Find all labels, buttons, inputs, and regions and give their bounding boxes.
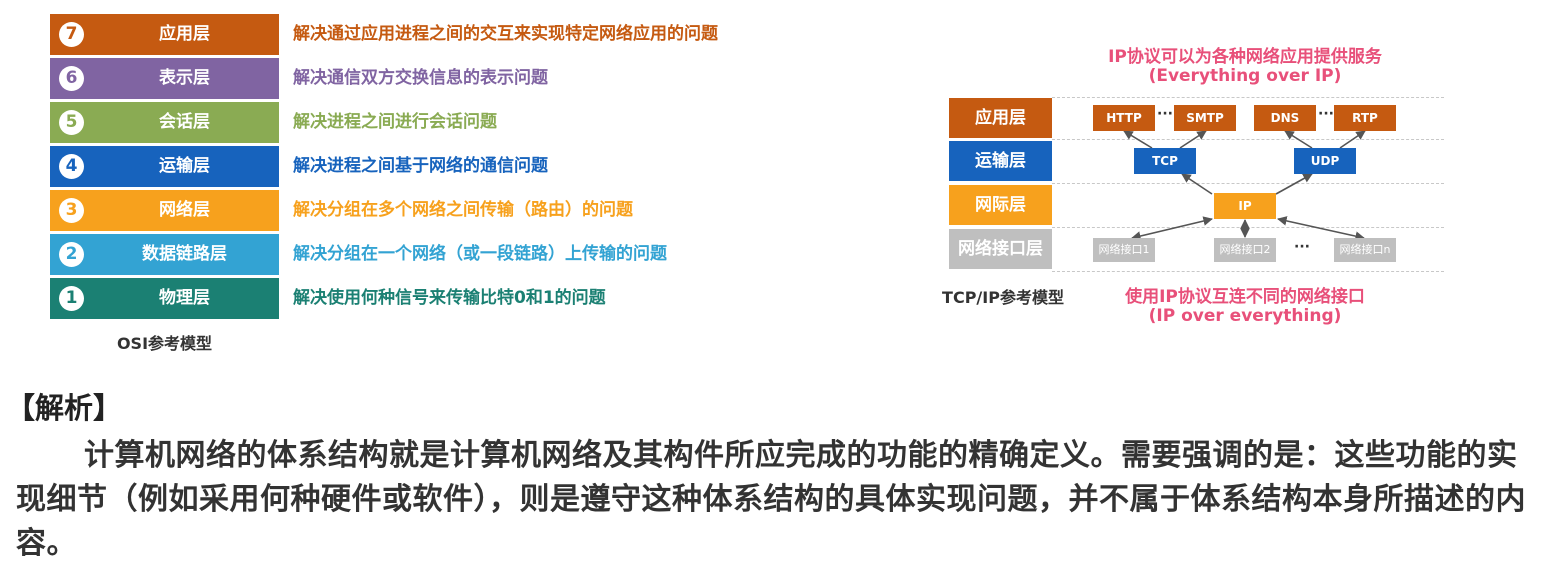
analysis-body: 计算机网络的体系结构就是计算机网络及其构件所应完成的功能的精确定义。需要强调的是…	[16, 438, 1526, 561]
osi-layer-box: 7 应用层	[50, 14, 279, 55]
tcpip-model-caption: TCP/IP参考模型	[942, 288, 1064, 307]
ip-over-everything-note: 使用IP协议互连不同的网络接口	[1125, 287, 1365, 307]
app-ellipsis: ···	[1157, 106, 1173, 122]
osi-layer-number: 1	[59, 286, 84, 311]
protocol-tcp: TCP	[1134, 148, 1196, 174]
osi-layer-box: 4 运输层	[50, 146, 279, 187]
osi-layer-description: 解决通过应用进程之间的交互来实现特定网络应用的问题	[293, 24, 718, 44]
osi-layer-number: 3	[59, 198, 84, 223]
osi-layer-name: 运输层	[159, 156, 210, 176]
protocol-smtp: SMTP	[1174, 105, 1236, 131]
osi-layer-number: 6	[59, 66, 84, 91]
protocol-ip: IP	[1214, 193, 1276, 219]
arrow-http-tcp	[1123, 130, 1153, 149]
protocol-http: HTTP	[1093, 105, 1155, 131]
network-interface-n: 网络接口n	[1334, 238, 1396, 262]
osi-layer-description: 解决分组在多个网络之间传输（路由）的问题	[293, 200, 633, 220]
osi-layer-box: 6 表示层	[50, 58, 279, 99]
arrow-udp-ip	[1275, 173, 1313, 195]
protocol-dns: DNS	[1254, 105, 1316, 131]
osi-layer-name: 网络层	[159, 200, 210, 220]
osi-model-caption: OSI参考模型	[116, 334, 213, 353]
arrow-smtp-tcp	[1179, 130, 1207, 149]
network-interface-2: 网络接口2	[1214, 238, 1276, 262]
arrow-rtp-udp	[1339, 130, 1366, 149]
network-interface-1: 网络接口1	[1093, 238, 1155, 262]
osi-layer-description: 解决使用何种信号来传输比特0和1的问题	[293, 288, 606, 308]
osi-layer-number: 7	[59, 22, 84, 47]
osi-layer-box: 3 网络层	[50, 190, 279, 231]
osi-model: 7 应用层 解决通过应用进程之间的交互来实现特定网络应用的问题 6 表示层 解决…	[0, 0, 880, 360]
osi-layer-description: 解决通信双方交换信息的表示问题	[293, 68, 548, 88]
osi-layer-description: 解决分组在一个网络（或一段链路）上传输的问题	[293, 244, 667, 264]
osi-layer-box: 1 物理层	[50, 278, 279, 319]
osi-layer-description: 解决进程之间基于网络的通信问题	[293, 156, 548, 176]
app-ellipsis: ···	[1318, 106, 1334, 122]
osi-layer-number: 2	[59, 242, 84, 267]
osi-layer-name: 应用层	[159, 24, 210, 44]
osi-layer-description: 解决进程之间进行会话问题	[293, 112, 497, 132]
tcpip-model: IP协议可以为各种网络应用提供服务 (Everything over IP) 应…	[940, 30, 1460, 340]
arrow-ip-interfacen	[1277, 216, 1365, 241]
protocol-udp: UDP	[1294, 148, 1356, 174]
protocol-rtp: RTP	[1334, 105, 1396, 131]
ip-over-everything-subnote: (IP over everything)	[1148, 306, 1342, 326]
osi-layer-name: 表示层	[159, 68, 210, 88]
osi-layer-name: 会话层	[159, 112, 210, 132]
arrow-tcp-ip	[1181, 173, 1213, 195]
osi-layer-name: 数据链路层	[142, 244, 227, 264]
interface-ellipsis: ···	[1294, 239, 1310, 255]
analysis-heading: 【解析】	[6, 391, 123, 425]
osi-layer-name: 物理层	[159, 288, 210, 308]
osi-layer-number: 5	[59, 110, 84, 135]
osi-layer-box: 2 数据链路层	[50, 234, 279, 275]
osi-layer-box: 5 会话层	[50, 102, 279, 143]
arrow-dns-udp	[1284, 130, 1313, 149]
osi-layer-number: 4	[59, 154, 84, 179]
arrow-ip-interface1	[1131, 216, 1213, 241]
